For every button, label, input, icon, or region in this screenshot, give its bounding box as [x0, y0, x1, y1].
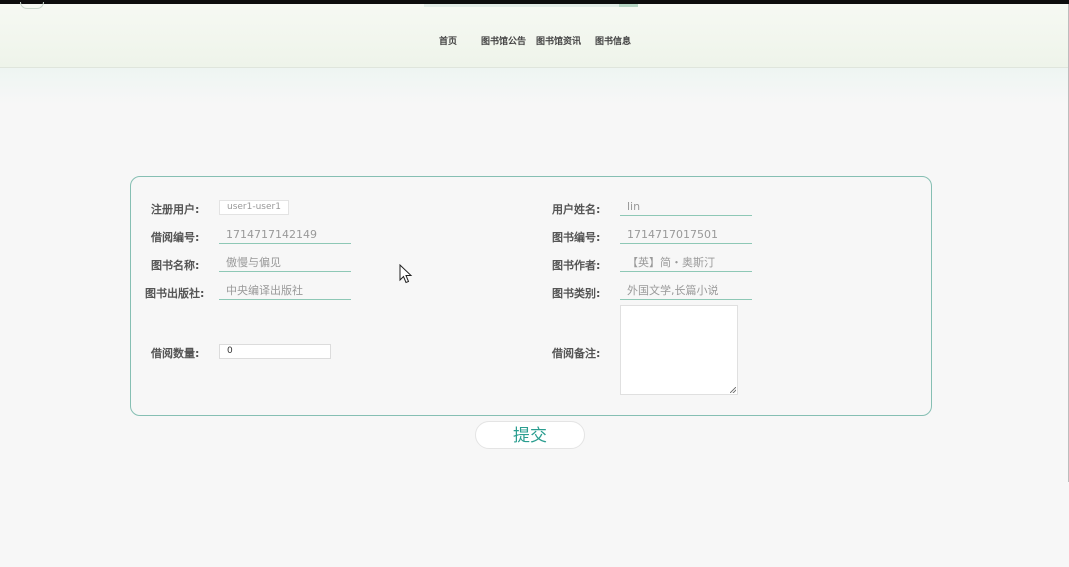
nav-item-home[interactable]: 首页: [439, 34, 457, 47]
header-banner: [0, 68, 1069, 104]
borrow-note-textarea[interactable]: [620, 305, 738, 395]
book-no-field[interactable]: 1714717017501: [620, 227, 752, 244]
top-search-tab: [424, 4, 638, 7]
book-name-label: 图书名称:: [151, 259, 200, 272]
book-no-label: 图书编号:: [552, 231, 601, 244]
nav-item-news[interactable]: 图书馆资讯: [536, 34, 581, 47]
borrow-no-label: 借阅编号:: [151, 231, 200, 244]
category-label: 图书类别:: [552, 287, 601, 300]
resize-handle-icon[interactable]: [730, 387, 736, 393]
user-name-field[interactable]: lin: [620, 199, 752, 216]
borrow-no-field[interactable]: 1714717142149: [219, 227, 351, 244]
registered-user-label: 注册用户:: [151, 203, 200, 216]
site-header: 首页 图书馆公告 图书馆资讯 图书信息: [0, 4, 1069, 68]
nav-item-notices[interactable]: 图书馆公告: [481, 34, 526, 47]
book-name-field[interactable]: 傲慢与偏见: [219, 255, 351, 272]
registered-user-field: user1-user1: [219, 200, 289, 215]
user-name-label: 用户姓名:: [552, 203, 601, 216]
borrow-qty-input[interactable]: 0: [219, 344, 331, 359]
top-search-button[interactable]: [619, 4, 638, 7]
page: 首页 图书馆公告 图书馆资讯 图书信息 注册用户: user1-user1 借阅…: [0, 0, 1069, 567]
logo: [20, 2, 44, 9]
publisher-label: 图书出版社:: [145, 287, 205, 300]
category-field[interactable]: 外国文学,长篇小说: [620, 283, 752, 300]
book-author-label: 图书作者:: [552, 259, 601, 272]
mouse-cursor-icon: [399, 264, 413, 284]
publisher-field[interactable]: 中央编译出版社: [219, 283, 351, 300]
submit-button[interactable]: 提交: [475, 421, 585, 449]
book-author-field[interactable]: 【英】简・奥斯汀: [620, 255, 752, 272]
nav-item-books[interactable]: 图书信息: [595, 34, 631, 47]
borrow-qty-label: 借阅数量:: [151, 347, 200, 360]
borrow-note-label: 借阅备注:: [552, 347, 601, 360]
borrow-form: 注册用户: user1-user1 借阅编号: 1714717142149 图书…: [130, 176, 932, 416]
